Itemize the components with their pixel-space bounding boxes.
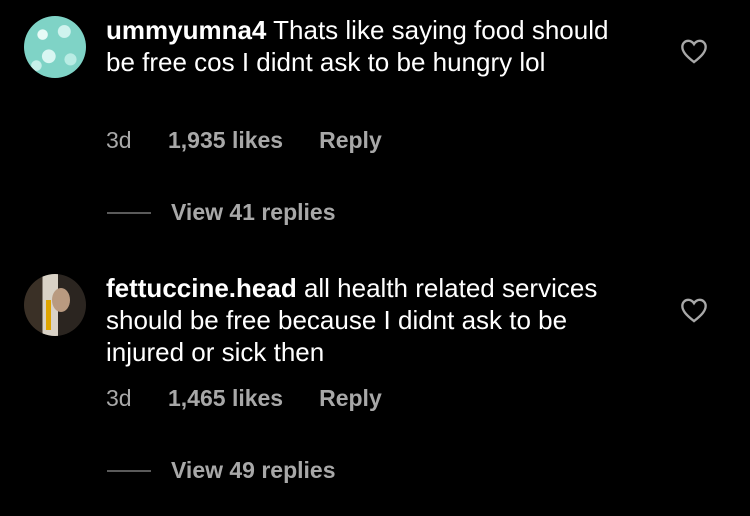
comment-text: fettuccine.head all health related servi… <box>106 272 626 368</box>
view-replies-button[interactable]: View 41 replies <box>107 199 336 226</box>
username[interactable]: ummyumna4 <box>106 15 266 45</box>
username[interactable]: fettuccine.head <box>106 273 297 303</box>
avatar-detail <box>46 300 51 330</box>
replies-divider <box>107 211 151 214</box>
comment-meta: 3d 1,465 likes Reply <box>106 385 382 412</box>
heart-icon[interactable] <box>680 38 708 64</box>
comment-text: ummyumna4 Thats like saying food should … <box>106 14 626 78</box>
likes-count[interactable]: 1,935 likes <box>168 127 283 154</box>
view-replies-label: View 49 replies <box>171 457 336 483</box>
replies-divider <box>107 469 151 472</box>
view-replies-label: View 41 replies <box>171 199 336 225</box>
comment-meta: 3d 1,935 likes Reply <box>106 127 382 154</box>
avatar[interactable] <box>24 274 86 336</box>
timestamp: 3d <box>106 127 132 153</box>
heart-icon[interactable] <box>680 297 708 323</box>
timestamp: 3d <box>106 385 132 411</box>
view-replies-button[interactable]: View 49 replies <box>107 457 336 484</box>
avatar[interactable] <box>24 16 86 78</box>
reply-button[interactable]: Reply <box>319 127 382 154</box>
avatar-face <box>52 288 70 312</box>
likes-count[interactable]: 1,465 likes <box>168 385 283 412</box>
reply-button[interactable]: Reply <box>319 385 382 412</box>
